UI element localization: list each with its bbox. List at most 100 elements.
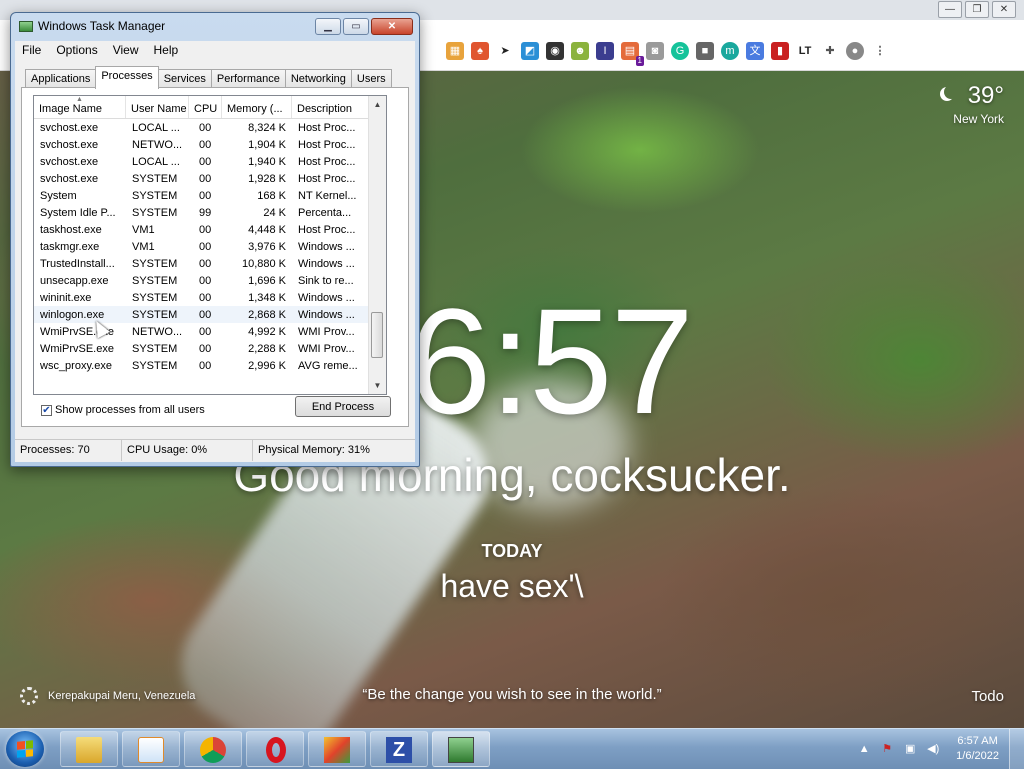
table-row[interactable]: WmiPrvSE.exe NETWO... 00 4,992 K WMI Prov... bbox=[34, 323, 386, 340]
tab-processes[interactable]: Processes bbox=[95, 66, 159, 89]
table-row[interactable]: wininit.exe SYSTEM 00 1,348 K Windows ... bbox=[34, 289, 386, 306]
table-row[interactable]: svchost.exe LOCAL ... 00 1,940 K Host Proc..… bbox=[34, 153, 386, 170]
taskbar-media-player[interactable] bbox=[122, 731, 180, 767]
tab-networking[interactable]: Networking bbox=[284, 69, 352, 89]
process-description: Windows ... bbox=[298, 258, 355, 270]
media-player-icon bbox=[138, 737, 164, 763]
volume-icon[interactable]: ◀) bbox=[925, 741, 941, 757]
show-hidden-icons-icon[interactable]: ▲ bbox=[856, 741, 872, 757]
vertical-scrollbar[interactable]: ▲ ▼ bbox=[368, 96, 386, 394]
puzzle-icon[interactable]: ✚ bbox=[821, 42, 839, 60]
show-all-processes-option[interactable]: ✔ Show processes from all users bbox=[41, 404, 205, 416]
process-user-name: VM1 bbox=[132, 241, 155, 253]
taskbar-clock[interactable]: 6:57 AM 1/6/2022 bbox=[956, 734, 999, 764]
show-all-checkbox[interactable]: ✔ bbox=[41, 404, 52, 416]
close-icon[interactable]: ✕ bbox=[992, 1, 1016, 18]
menu-view[interactable]: View bbox=[106, 41, 147, 61]
table-row[interactable]: svchost.exe SYSTEM 00 1,928 K Host Proc... bbox=[34, 170, 386, 187]
scroll-up-arrow-icon[interactable]: ▲ bbox=[369, 96, 386, 113]
tab-users[interactable]: Users bbox=[350, 69, 392, 89]
close-button[interactable]: ✕ bbox=[371, 18, 413, 35]
m-ext-icon[interactable]: m bbox=[721, 42, 739, 60]
window-ext-icon[interactable]: ◩ bbox=[521, 42, 539, 60]
process-cpu: 00 bbox=[199, 326, 212, 338]
tab-applications[interactable]: Applications bbox=[25, 69, 97, 89]
table-row[interactable]: winlogon.exe SYSTEM 00 2,868 K Windows ... bbox=[34, 306, 386, 323]
table-row[interactable]: unsecapp.exe SYSTEM 00 1,696 K Sink to re... bbox=[34, 272, 386, 289]
table-row[interactable]: System SYSTEM 00 168 K NT Kernel... bbox=[34, 187, 386, 204]
show-desktop-button[interactable] bbox=[1009, 729, 1024, 769]
restore-icon[interactable]: ❐ bbox=[965, 1, 989, 18]
taskbar-time: 6:57 AM bbox=[957, 735, 998, 747]
table-row[interactable]: System Idle P... SYSTEM 99 24 K Percenta... bbox=[34, 204, 386, 221]
weather-widget[interactable]: 39° New York bbox=[944, 82, 1004, 126]
profile-icon[interactable]: ● bbox=[846, 42, 864, 60]
taskbar-zoner[interactable]: Z bbox=[370, 731, 428, 767]
table-row[interactable]: TrustedInstall... SYSTEM 00 10,880 K Windows… bbox=[34, 255, 386, 272]
process-user-name: VM1 bbox=[132, 224, 155, 236]
process-image-name: wininit.exe bbox=[40, 292, 92, 304]
taskbar-opera[interactable] bbox=[246, 731, 304, 767]
square-ext-icon[interactable]: ■ bbox=[696, 42, 714, 60]
taskbar-chrome[interactable] bbox=[184, 731, 242, 767]
google-translate-ext-icon[interactable]: 文 bbox=[746, 42, 764, 60]
tab-services[interactable]: Services bbox=[157, 69, 212, 89]
menu-icon[interactable]: ⋮ bbox=[871, 42, 889, 60]
window-title-bar[interactable]: Windows Task Manager bbox=[19, 19, 165, 33]
end-process-button[interactable]: End Process bbox=[295, 396, 391, 417]
process-list[interactable]: ▲ Image Name User Name CPU Memory (... De… bbox=[33, 95, 387, 395]
red-ext-icon[interactable]: ▮ bbox=[771, 42, 789, 60]
taskbar-task-manager[interactable] bbox=[432, 731, 490, 767]
column-cpu[interactable]: CPU bbox=[189, 96, 222, 118]
column-image-name[interactable]: ▲ Image Name bbox=[34, 96, 126, 118]
process-cpu: 00 bbox=[199, 241, 212, 253]
lt-ext-icon[interactable]: LT bbox=[796, 42, 814, 60]
todo-button[interactable]: Todo bbox=[971, 688, 1004, 705]
menu-options[interactable]: Options bbox=[49, 41, 105, 61]
process-description: Windows ... bbox=[298, 309, 355, 321]
translate-ext-icon[interactable]: I bbox=[596, 42, 614, 60]
table-row[interactable]: svchost.exe LOCAL ... 00 8,324 K Host Proc..… bbox=[34, 119, 386, 136]
minimize-icon[interactable]: — bbox=[938, 1, 962, 18]
scroll-thumb[interactable] bbox=[371, 312, 383, 358]
cursor-ext-icon[interactable]: ➤ bbox=[496, 42, 514, 60]
face-ext-icon[interactable]: ☻ bbox=[571, 42, 589, 60]
maximize-button[interactable]: ▭ bbox=[343, 18, 369, 35]
grammarly-ext-icon[interactable]: G bbox=[671, 42, 689, 60]
daily-focus[interactable]: have sex'\ bbox=[0, 568, 1024, 605]
process-memory: 2,996 K bbox=[248, 360, 286, 372]
table-row[interactable]: taskhost.exe VM1 00 4,448 K Host Proc... bbox=[34, 221, 386, 238]
taskbar-explorer[interactable] bbox=[60, 731, 118, 767]
taskbar-avg[interactable] bbox=[308, 731, 366, 767]
process-description: Windows ... bbox=[298, 292, 355, 304]
minimize-button[interactable]: ▁ bbox=[315, 18, 341, 35]
table-row[interactable]: taskmgr.exe VM1 00 3,976 K Windows ... bbox=[34, 238, 386, 255]
network-icon[interactable]: ▣ bbox=[902, 741, 918, 757]
grid-ext-icon[interactable]: ▦ bbox=[446, 42, 464, 60]
menu-file[interactable]: File bbox=[15, 41, 49, 61]
scroll-down-arrow-icon[interactable]: ▼ bbox=[369, 377, 386, 394]
menu-help[interactable]: Help bbox=[147, 41, 187, 61]
tab-performance[interactable]: Performance bbox=[210, 69, 286, 89]
process-description: NT Kernel... bbox=[298, 190, 357, 202]
table-row[interactable]: svchost.exe NETWO... 00 1,904 K Host Proc... bbox=[34, 136, 386, 153]
stack-ext-icon[interactable]: ▤ 1 bbox=[621, 42, 644, 66]
action-center-flag-icon[interactable]: ⚑ bbox=[879, 741, 895, 757]
column-user-name[interactable]: User Name bbox=[126, 96, 189, 118]
moon-icon bbox=[944, 85, 958, 99]
process-user-name: SYSTEM bbox=[132, 309, 178, 321]
task-manager-icon bbox=[448, 737, 474, 763]
column-description[interactable]: Description bbox=[292, 96, 370, 118]
process-image-name: System Idle P... bbox=[40, 207, 116, 219]
process-description: Windows ... bbox=[298, 241, 355, 253]
table-row[interactable]: wsc_proxy.exe SYSTEM 00 2,996 K AVG reme... bbox=[34, 357, 386, 374]
start-button[interactable] bbox=[6, 731, 44, 767]
table-row[interactable]: WmiPrvSE.exe SYSTEM 00 2,288 K WMI Prov... bbox=[34, 340, 386, 357]
spy-ext-icon[interactable]: ◉ bbox=[546, 42, 564, 60]
process-memory: 1,940 K bbox=[248, 156, 286, 168]
column-memory[interactable]: Memory (... bbox=[222, 96, 292, 118]
camera-ext-icon[interactable]: ◙ bbox=[646, 42, 664, 60]
pin-ext-icon[interactable]: ♠ bbox=[471, 42, 489, 60]
process-image-name: wsc_proxy.exe bbox=[40, 360, 112, 372]
process-description: Host Proc... bbox=[298, 122, 356, 134]
